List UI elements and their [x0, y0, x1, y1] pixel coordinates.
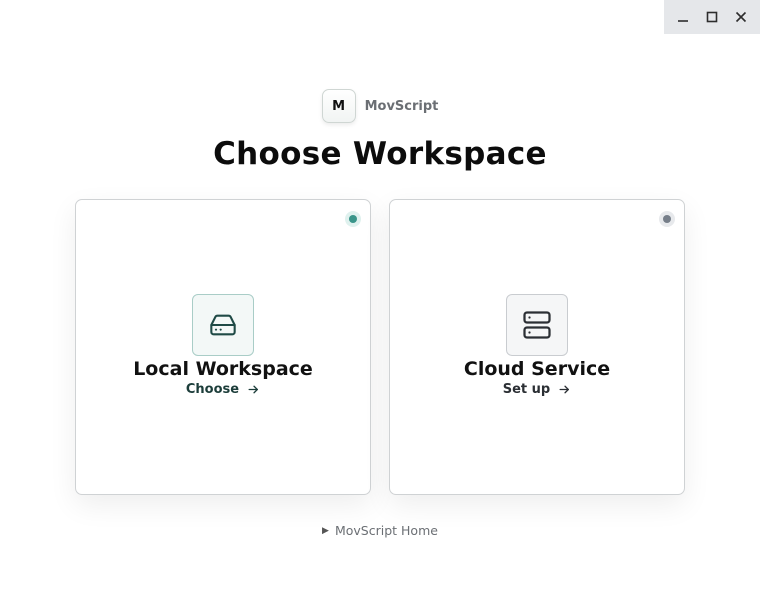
minimize-button[interactable]: [671, 5, 695, 29]
card-icon-box: [192, 294, 254, 356]
card-title: Local Workspace: [133, 358, 313, 380]
local-workspace-card[interactable]: Local Workspace Choose: [75, 199, 371, 495]
status-indicator: [345, 211, 361, 227]
footer-link-label: MovScript Home: [334, 523, 438, 538]
movscript-home-link[interactable]: ▶ MovScript Home: [0, 523, 760, 538]
minimize-icon: [677, 20, 688, 22]
choose-action[interactable]: Choose: [76, 382, 370, 397]
card-action-label: Choose: [185, 382, 240, 397]
card-title: Cloud Service: [463, 358, 611, 380]
status-indicator: [659, 211, 675, 227]
arrow-right-icon: [559, 385, 570, 394]
brand-logo: M: [321, 89, 356, 123]
server-icon: [523, 311, 551, 339]
arrow-right-icon: [248, 385, 259, 394]
setup-action[interactable]: Set up: [390, 382, 684, 397]
hard-drive-icon: [210, 314, 236, 336]
maximize-icon: [706, 11, 718, 23]
close-button[interactable]: [729, 5, 753, 29]
cloud-service-card[interactable]: Cloud Service Set up: [389, 199, 685, 495]
maximize-button[interactable]: [700, 5, 724, 29]
close-icon: [736, 11, 747, 23]
brand-name: MovScript: [364, 98, 439, 114]
page-title: Choose Workspace: [213, 136, 547, 172]
brand-logo-letter: M: [332, 98, 346, 114]
card-icon-box: [506, 294, 568, 356]
triangle-right-icon: ▶: [322, 525, 329, 536]
card-action-label: Set up: [502, 382, 551, 397]
window-controls: [664, 0, 760, 34]
brand-header: M MovScript: [0, 89, 760, 123]
